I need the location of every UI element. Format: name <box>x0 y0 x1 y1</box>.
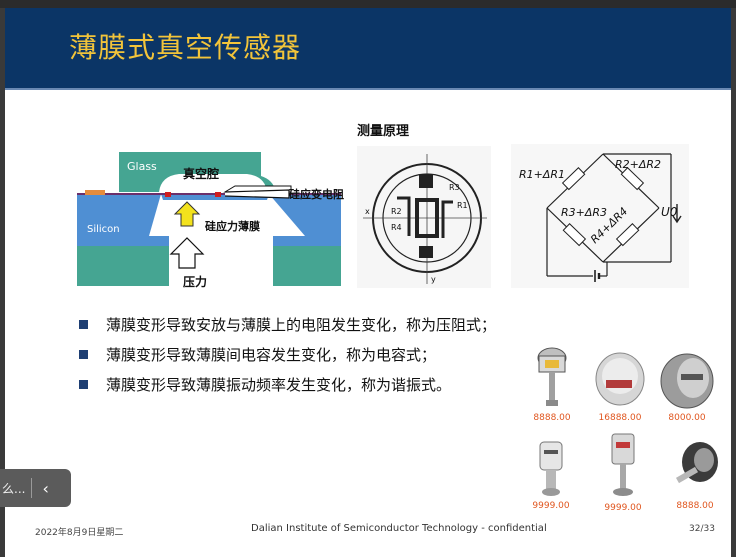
overlay-divider <box>31 478 33 498</box>
r3-label: R3+ΔR3 <box>561 206 607 219</box>
floating-nav-bar: 么... ‹ <box>0 469 71 507</box>
gauge-product-image <box>537 347 567 406</box>
footer-date: 2022年8月9日星期二 <box>35 528 124 538</box>
gauge-product-image <box>539 441 563 496</box>
header-divider <box>5 88 731 90</box>
square-bullet-icon <box>79 380 88 389</box>
glass-label: Glass <box>127 160 157 173</box>
silicon-label: Silicon <box>87 224 120 235</box>
gauge-product-image <box>595 352 645 406</box>
bullet-list: 薄膜变形导致安放与薄膜上的电阻发生变化，称为压阻式； 薄膜变形导致薄膜间电容发生… <box>79 314 496 404</box>
product-price: 9999.00 <box>532 501 570 511</box>
resistor-label: 硅应变电阻 <box>289 187 344 201</box>
svg-text:R3: R3 <box>449 183 460 192</box>
bullet-item: 薄膜变形导致薄膜振动频率发生变化，称为谐振式。 <box>79 374 496 404</box>
product-item: 8000.00 <box>657 352 717 423</box>
bullet-item: 薄膜变形导致薄膜间电容发生变化，称为电容式； <box>79 344 496 374</box>
sensor-top-view-diagram: R3 R1 R2 R4 x y <box>357 146 491 288</box>
bullet-text: 薄膜变形导致安放与薄膜上的电阻发生变化，称为压阻式； <box>106 316 497 334</box>
product-price: 8000.00 <box>668 413 706 423</box>
pressure-label: 压力 <box>183 274 207 289</box>
bridge-circuit-diagram: R1+ΔR1 R2+ΔR2 R3+ΔR3 R4+ΔR4 U0 <box>511 144 689 288</box>
product-price: 8888.00 <box>533 413 571 423</box>
u0-label: U0 <box>661 205 678 219</box>
membrane-label: 硅应力薄膜 <box>205 219 260 233</box>
product-price: 9999.00 <box>604 503 642 513</box>
r2-label: R2+ΔR2 <box>615 158 661 171</box>
r1-label: R1+ΔR1 <box>519 168 565 181</box>
svg-text:R4: R4 <box>391 223 402 232</box>
gauge-product-image <box>675 442 718 484</box>
page-number: 32/33 <box>689 524 715 534</box>
product-item: 8888.00 <box>665 438 725 511</box>
slide-header: 薄膜式真空传感器 <box>5 8 731 88</box>
svg-text:R2: R2 <box>391 207 402 216</box>
bullet-text: 薄膜变形导致薄膜振动频率发生变化，称为谐振式。 <box>106 376 452 394</box>
svg-text:x: x <box>365 207 370 216</box>
product-price: 16888.00 <box>598 413 642 423</box>
gauge-product-image <box>611 433 635 496</box>
square-bullet-icon <box>79 320 88 329</box>
svg-text:R1: R1 <box>457 201 468 210</box>
figure-caption: 测量原理 <box>357 124 410 139</box>
footer-center: Dalian Institute of Semiconductor Techno… <box>251 523 547 534</box>
bullet-item: 薄膜变形导致安放与薄膜上的电阻发生变化，称为压阻式； <box>79 314 496 344</box>
gauge-product-image <box>660 353 714 409</box>
product-item: 16888.00 <box>590 348 650 423</box>
window-top-strip <box>0 0 736 8</box>
product-price: 8888.00 <box>676 501 714 511</box>
product-item: 9999.00 <box>593 432 653 513</box>
product-item: 9999.00 <box>521 438 581 511</box>
chevron-left-icon[interactable]: ‹ <box>42 479 48 498</box>
square-bullet-icon <box>79 350 88 359</box>
slide-title: 薄膜式真空传感器 <box>69 31 302 64</box>
bullet-text: 薄膜变形导致薄膜间电容发生变化，称为电容式； <box>106 346 437 364</box>
svg-text:y: y <box>431 275 436 284</box>
vacuum-chamber-label: 真空腔 <box>183 166 219 181</box>
product-item: 8888.00 <box>522 346 582 423</box>
slide: 薄膜式真空传感器 测量原理 Glass 真空腔 Silicon 硅应力薄膜 压力… <box>5 8 731 557</box>
sensor-cross-section-diagram: Glass 真空腔 Silicon 硅应力薄膜 压力 硅应变电阻 <box>69 146 351 292</box>
overlay-text: 么... <box>2 481 26 496</box>
